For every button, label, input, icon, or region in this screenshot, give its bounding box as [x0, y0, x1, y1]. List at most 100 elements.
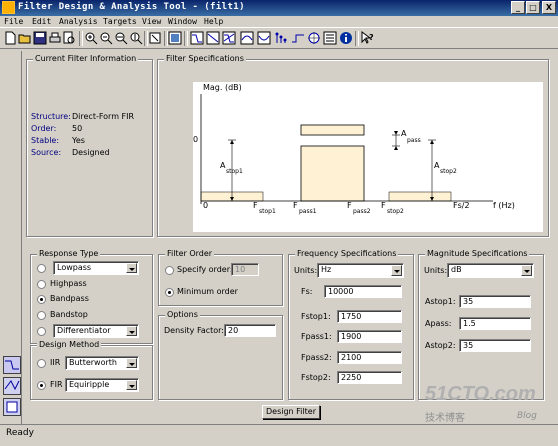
fs-input[interactable]: 10000: [324, 285, 402, 298]
lowpass-radio[interactable]: [37, 264, 46, 273]
highpass-label: Highpass: [50, 279, 87, 288]
transform-filter-icon[interactable]: [3, 377, 21, 395]
fir-method-select[interactable]: Equiripple: [65, 378, 139, 392]
minimize-button[interactable]: _: [511, 1, 525, 14]
group-title: Magnitude Specifications: [425, 249, 530, 258]
apass-label: Apass:: [425, 319, 452, 328]
impulse-response-icon[interactable]: [274, 31, 288, 45]
watermark-blog: Blog: [517, 411, 537, 421]
phase-response-icon[interactable]: [206, 31, 220, 45]
close-button[interactable]: X: [542, 1, 556, 14]
design-filter-panel-icon[interactable]: [3, 356, 21, 374]
maximize-button[interactable]: □: [526, 1, 540, 14]
bandstop-label: Bandstop: [50, 310, 88, 319]
astop1-input[interactable]: 35: [459, 295, 531, 308]
iir-radio[interactable]: [37, 359, 46, 368]
menu-help[interactable]: Help: [204, 16, 223, 27]
lowpass-select[interactable]: Lowpass: [53, 261, 139, 275]
zoom-in-icon[interactable]: [84, 31, 98, 45]
fs-label: Fs:: [301, 287, 313, 296]
mag-units-select[interactable]: dB: [447, 263, 534, 278]
fpass2-label: F: [347, 201, 352, 210]
menu-window[interactable]: Window: [168, 16, 197, 27]
fstop1-label: F: [253, 201, 258, 210]
minimum-order-label: Minimum order: [177, 287, 238, 296]
full-view-icon[interactable]: [148, 31, 162, 45]
group-title: Filter Specifications: [164, 54, 246, 63]
print-icon[interactable]: [48, 31, 62, 45]
menu-targets[interactable]: Targets: [103, 16, 137, 27]
frequency-specs-group: Frequency Specifications Units: Hz Fs: 1…: [288, 249, 414, 400]
save-icon[interactable]: [33, 31, 47, 45]
highpass-radio[interactable]: [37, 280, 46, 289]
coefficients-icon[interactable]: [323, 31, 337, 45]
specify-order-input[interactable]: 10: [231, 263, 259, 276]
fpass1-input[interactable]: 1900: [337, 330, 402, 343]
other-response-radio[interactable]: [37, 327, 46, 336]
fstop2-input[interactable]: 2250: [337, 371, 402, 384]
chevron-down-icon: [126, 358, 137, 368]
stable-label: Stable:: [31, 136, 60, 145]
fpass1-subscript: pass1: [299, 208, 317, 215]
specify-order-radio[interactable]: [165, 266, 174, 275]
menu-view[interactable]: View: [142, 16, 161, 27]
whats-this-icon[interactable]: ?: [360, 31, 374, 45]
app-icon: [2, 1, 15, 14]
fir-radio[interactable]: [37, 381, 46, 390]
iir-method-select[interactable]: Butterworth: [65, 356, 139, 370]
current-filter-info-group: Current Filter Information Structure: Di…: [26, 54, 153, 237]
magnitude-phase-icon[interactable]: [222, 31, 236, 45]
group-delay-icon[interactable]: [240, 31, 254, 45]
astop2-label: Astop2:: [425, 341, 456, 350]
density-factor-input[interactable]: 20: [224, 324, 276, 337]
structure-label: Structure:: [31, 112, 71, 121]
menu-edit[interactable]: Edit: [32, 16, 51, 27]
group-title: Filter Order: [165, 249, 215, 258]
menu-analysis[interactable]: Analysis: [59, 16, 98, 27]
zoom-x-icon[interactable]: [114, 31, 128, 45]
other-response-select[interactable]: Differentiator: [53, 324, 139, 338]
bandstop-radio[interactable]: [37, 311, 46, 320]
fstop2-subscript: stop2: [387, 208, 404, 215]
new-icon[interactable]: [3, 31, 17, 45]
status-text: Ready: [6, 428, 34, 438]
fpass1-label: Fpass1:: [301, 332, 332, 341]
zoom-y-icon[interactable]: [129, 31, 143, 45]
passband-region: [300, 145, 365, 202]
print-preview-icon[interactable]: [62, 31, 76, 45]
fpass2-input[interactable]: 2100: [337, 351, 402, 364]
zoom-out-icon[interactable]: [99, 31, 113, 45]
astop2-subscript: stop2: [440, 168, 457, 175]
filter-manager-icon[interactable]: [168, 31, 182, 45]
apass-input[interactable]: 1.5: [459, 317, 531, 330]
step-response-icon[interactable]: [291, 31, 305, 45]
import-filter-icon[interactable]: [3, 398, 21, 416]
magnitude-specs-group: Magnitude Specifications Units: dB Astop…: [418, 249, 544, 400]
fstop1-input[interactable]: 1750: [337, 310, 402, 323]
x-zero-label: 0: [203, 201, 208, 210]
bandpass-radio[interactable]: [37, 295, 46, 304]
title-bar[interactable]: Filter Design & Analysis Tool - (filt1) …: [0, 0, 558, 16]
phase-delay-icon[interactable]: [257, 31, 271, 45]
filter-order-group: Filter Order Specify order: 10 Minimum o…: [158, 249, 283, 306]
astop1-label: Astop1:: [425, 297, 456, 306]
minimum-order-radio[interactable]: [165, 288, 174, 297]
chevron-down-icon: [126, 326, 137, 336]
astop2-input[interactable]: 35: [459, 339, 531, 352]
info-icon[interactable]: [339, 31, 353, 45]
freq-units-select[interactable]: Hz: [317, 263, 404, 278]
open-icon[interactable]: [18, 31, 32, 45]
passband-top-region: [300, 124, 365, 136]
window-title: Filter Design & Analysis Tool - (filt1): [18, 2, 245, 12]
magnitude-response-icon[interactable]: [190, 31, 204, 45]
status-bar: Ready: [0, 424, 558, 446]
group-title: Frequency Specifications: [295, 249, 399, 258]
menu-file[interactable]: File: [4, 16, 23, 27]
fir-label: FIR: [50, 380, 63, 389]
group-title: Options: [165, 310, 200, 319]
design-filter-button[interactable]: Design Filter: [262, 405, 320, 419]
response-type-group: Response Type Lowpass Highpass Bandpass …: [30, 249, 153, 344]
apass-subscript: pass: [407, 137, 421, 144]
pole-zero-icon[interactable]: [307, 31, 321, 45]
filter-specifications-group: Filter Specifications Mag. (dB) 0 0 F st…: [157, 54, 549, 237]
